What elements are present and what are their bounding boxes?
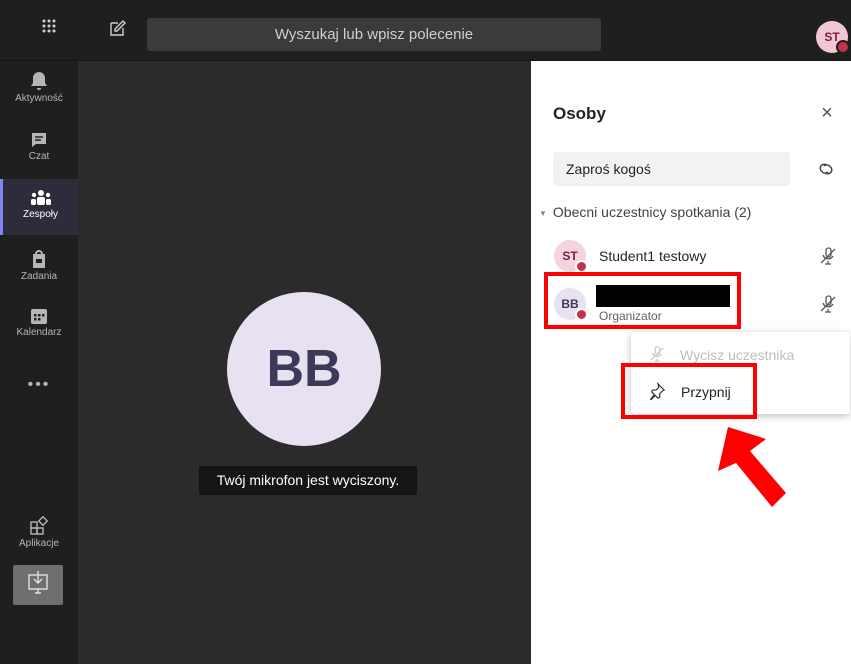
rail-item-teams[interactable]: Zespoły (0, 179, 78, 235)
participant-name[interactable]: Student1 testowy (599, 248, 706, 264)
panel-title: Osoby (553, 104, 606, 123)
menu-item-mute-participant: Wycisz uczestnika (648, 345, 848, 365)
rail-item-label: Zadania (20, 271, 58, 282)
download-app-button[interactable] (13, 565, 63, 605)
mic-off-icon (818, 246, 838, 266)
highlight-box-organizer (544, 272, 741, 329)
chat-icon (32, 133, 46, 147)
rail-item-label: Zespoły (22, 209, 58, 220)
avatar-initials: ST (562, 249, 578, 263)
more-apps-button[interactable]: ••• (0, 376, 78, 394)
teams-icon (30, 190, 51, 205)
rail-item-label: Kalendarz (16, 327, 62, 338)
rail-item-label: Aktywność (15, 93, 63, 104)
invite-input[interactable]: Zaproś kogoś (553, 152, 790, 186)
red-arrow-icon (718, 427, 786, 507)
highlight-box-pin (621, 363, 757, 419)
rail-item-label: Czat (28, 151, 50, 162)
mic-off-icon (818, 294, 838, 314)
section-title: Obecni uczestnicy spotkania (2) (552, 204, 752, 220)
assignments-icon (33, 250, 45, 268)
rail-item-apps[interactable]: Aplikacje (0, 506, 78, 562)
status-busy-icon (836, 40, 850, 54)
rail-item-label: Aplikacje (18, 538, 60, 549)
rail-item-chat[interactable]: Czat (0, 121, 78, 177)
rail-item-calendar[interactable]: Kalendarz (0, 297, 78, 353)
top-bar: Wyszukaj lub wpisz polecenie ST (0, 0, 851, 61)
app-launcher-icon[interactable] (37, 18, 61, 42)
new-chat-icon[interactable] (108, 18, 130, 40)
bell-icon (31, 72, 47, 90)
search-input[interactable]: Wyszukaj lub wpisz polecenie (147, 18, 601, 51)
rail-item-assignments[interactable]: Zadania (0, 239, 78, 295)
participant-video-avatar: BB (227, 292, 381, 446)
participants-section-header[interactable]: ▼ Obecni uczestnicy spotkania (2) (539, 204, 751, 220)
apps-icon (30, 516, 49, 535)
mute-notification: Twój mikrofon jest wyciszony. (199, 466, 417, 495)
download-icon (28, 571, 48, 594)
rail-item-activity[interactable]: Aktywność (0, 61, 78, 117)
avatar: ST (554, 240, 588, 273)
mic-off-icon (650, 346, 664, 362)
chevron-down-icon: ▼ (539, 208, 547, 218)
menu-item-label: Wycisz uczestnika (680, 347, 795, 363)
share-link-icon[interactable] (814, 158, 838, 180)
calendar-icon (31, 309, 47, 324)
close-icon[interactable]: × (817, 103, 837, 123)
profile-avatar[interactable]: ST (816, 21, 850, 54)
